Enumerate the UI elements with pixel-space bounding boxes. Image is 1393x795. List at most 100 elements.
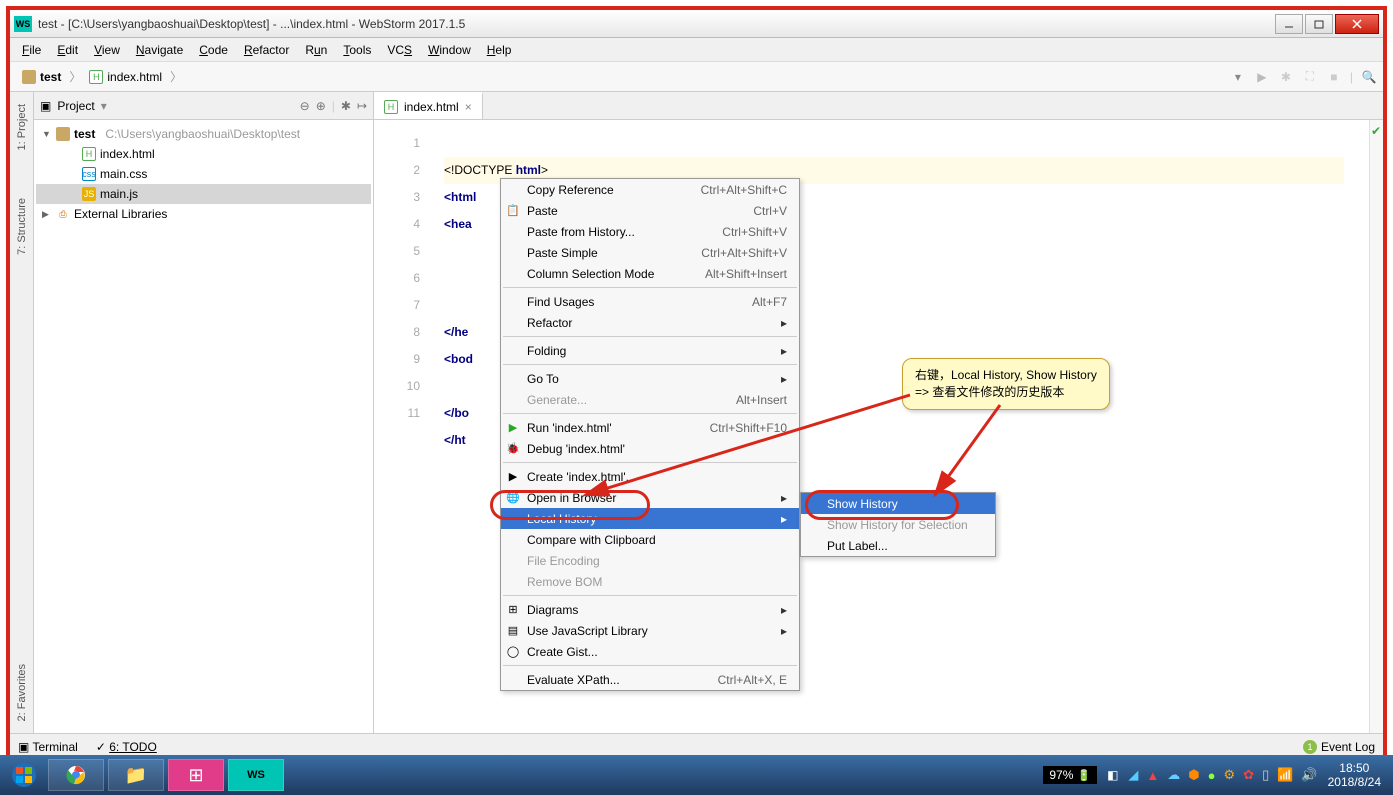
error-stripe[interactable]: ✔ xyxy=(1369,120,1383,733)
taskbar-app1[interactable]: ⊞ xyxy=(168,759,224,791)
shortcut: Alt+Shift+Insert xyxy=(675,267,787,281)
ctx-item-9[interactable]: Folding▸ xyxy=(501,340,799,361)
tray-icon[interactable]: ☁ xyxy=(1167,767,1180,783)
editor-tab-index[interactable]: H index.html × xyxy=(374,92,483,119)
run-config-dropdown-icon[interactable]: ▾ xyxy=(1230,69,1246,85)
menu-window[interactable]: Window xyxy=(422,41,477,59)
menu-navigate[interactable]: Navigate xyxy=(130,41,189,59)
maximize-button[interactable] xyxy=(1305,14,1333,34)
crumb-sep: 〉 xyxy=(69,68,81,85)
tray-icon[interactable]: ✿ xyxy=(1243,767,1254,783)
ctx-item-6[interactable]: Find UsagesAlt+F7 xyxy=(501,291,799,312)
tray-icon[interactable]: ⚙ xyxy=(1224,767,1236,783)
shortcut: Alt+F7 xyxy=(722,295,787,309)
ctx-item-3[interactable]: Paste SimpleCtrl+Alt+Shift+V xyxy=(501,242,799,263)
ctx-item-19[interactable]: Local History▸ xyxy=(501,508,799,529)
expand-icon[interactable]: ▶ xyxy=(42,209,52,220)
tray-icon[interactable]: ▯ xyxy=(1262,767,1269,783)
ctx-item-25[interactable]: ▤Use JavaScript Library▸ xyxy=(501,620,799,641)
ctx-item-1[interactable]: 📋PasteCtrl+V xyxy=(501,200,799,221)
menu-code[interactable]: Code xyxy=(193,41,234,59)
line-gutter: 123 456 789 1011 xyxy=(374,120,434,733)
todo-tab[interactable]: ✓ 6: TODO xyxy=(96,740,157,754)
submenu-arrow-icon: ▸ xyxy=(751,372,787,386)
menu-file[interactable]: File xyxy=(16,41,47,59)
tray-icon[interactable]: ● xyxy=(1208,768,1216,783)
diagram-icon: ⊞ xyxy=(505,602,521,618)
hide-icon[interactable]: ↦ xyxy=(357,99,367,113)
menu-view[interactable]: View xyxy=(88,41,126,59)
jslib-icon: ▤ xyxy=(505,623,521,639)
ctx-item-7[interactable]: Refactor▸ xyxy=(501,312,799,333)
tree-file-js[interactable]: JS main.js xyxy=(36,184,371,204)
expand-icon[interactable]: ▼ xyxy=(42,129,52,139)
menu-run[interactable]: Run xyxy=(299,41,333,59)
project-view-dropdown-icon[interactable]: ▾ xyxy=(101,99,107,113)
ctx-item-11[interactable]: Go To▸ xyxy=(501,368,799,389)
settings-icon[interactable]: ✱ xyxy=(341,99,351,113)
target-icon[interactable]: ⊕ xyxy=(316,99,326,113)
ctx-label: Evaluate XPath... xyxy=(527,673,620,687)
sub-item-2[interactable]: Put Label... xyxy=(801,535,995,556)
network-icon[interactable]: 📶 xyxy=(1277,767,1293,783)
taskbar-chrome[interactable] xyxy=(48,759,104,791)
ctx-item-14[interactable]: ▶Run 'index.html'Ctrl+Shift+F10 xyxy=(501,417,799,438)
menu-edit[interactable]: Edit xyxy=(51,41,84,59)
collapse-icon[interactable]: ⊖ xyxy=(300,99,310,113)
menu-vcs[interactable]: VCS xyxy=(381,41,418,59)
ctx-item-15[interactable]: 🐞Debug 'index.html' xyxy=(501,438,799,459)
debug-icon[interactable]: ✱ xyxy=(1278,69,1294,85)
tray-icon[interactable]: ⬢ xyxy=(1188,767,1199,783)
tool-tab-structure[interactable]: 7: Structure xyxy=(16,194,28,259)
search-icon[interactable]: 🔍 xyxy=(1361,69,1377,85)
close-button[interactable] xyxy=(1335,14,1379,34)
ctx-item-20[interactable]: Compare with Clipboard xyxy=(501,529,799,550)
tree-root[interactable]: ▼ test C:\Users\yangbaoshuai\Desktop\tes… xyxy=(36,124,371,144)
tree-file-css[interactable]: css main.css xyxy=(36,164,371,184)
tab-close-icon[interactable]: × xyxy=(465,100,472,114)
ctx-item-22: Remove BOM xyxy=(501,571,799,592)
app-frame: WS test - [C:\Users\yangbaoshuai\Desktop… xyxy=(6,6,1387,789)
ctx-item-26[interactable]: ◯Create Gist... xyxy=(501,641,799,662)
ctx-item-4[interactable]: Column Selection ModeAlt+Shift+Insert xyxy=(501,263,799,284)
tree-file-html[interactable]: H index.html xyxy=(36,144,371,164)
stop-icon[interactable]: ■ xyxy=(1326,69,1342,85)
ctx-item-0[interactable]: Copy ReferenceCtrl+Alt+Shift+C xyxy=(501,179,799,200)
terminal-tab[interactable]: ▣ Terminal xyxy=(18,740,78,754)
ctx-label: Remove BOM xyxy=(527,575,602,589)
tray-action-center-icon[interactable]: ◧ xyxy=(1107,768,1118,782)
tray-icon[interactable]: ▲ xyxy=(1146,768,1159,783)
start-button[interactable] xyxy=(4,759,44,791)
project-view-icon[interactable]: ▣ xyxy=(40,99,51,113)
taskbar-clock[interactable]: 18:50 2018/8/24 xyxy=(1328,761,1381,790)
event-count-badge: 1 xyxy=(1303,740,1317,754)
battery-indicator[interactable]: 97%🔋 xyxy=(1043,766,1097,784)
sub-item-0[interactable]: Show History xyxy=(801,493,995,514)
menu-refactor[interactable]: Refactor xyxy=(238,41,295,59)
shortcut: Ctrl+Alt+Shift+C xyxy=(671,183,787,197)
debug-icon: 🐞 xyxy=(505,441,521,457)
menu-help[interactable]: Help xyxy=(481,41,518,59)
ctx-item-18[interactable]: 🌐Open in Browser▸ xyxy=(501,487,799,508)
tree-external[interactable]: ▶ ⎙ External Libraries xyxy=(36,204,371,224)
tool-tab-project[interactable]: 1: Project xyxy=(16,100,28,154)
taskbar-webstorm[interactable]: WS xyxy=(228,759,284,791)
menu-tools[interactable]: Tools xyxy=(337,41,377,59)
crumb-file[interactable]: Hindex.html xyxy=(83,68,168,86)
run-icon[interactable]: ▶ xyxy=(1254,69,1270,85)
ctx-item-2[interactable]: Paste from History...Ctrl+Shift+V xyxy=(501,221,799,242)
tool-tab-favorites[interactable]: 2: Favorites xyxy=(16,660,28,725)
minimize-button[interactable] xyxy=(1275,14,1303,34)
event-log-tab[interactable]: 1 Event Log xyxy=(1303,740,1375,754)
crumb-root[interactable]: test xyxy=(16,68,67,86)
github-icon: ◯ xyxy=(505,644,521,660)
ctx-item-24[interactable]: ⊞Diagrams▸ xyxy=(501,599,799,620)
volume-icon[interactable]: 🔊 xyxy=(1301,767,1317,783)
taskbar-explorer[interactable]: 📁 xyxy=(108,759,164,791)
coverage-icon[interactable]: ⛶ xyxy=(1302,69,1318,85)
tray-icon[interactable]: ◢ xyxy=(1128,767,1138,783)
ctx-item-17[interactable]: ▶Create 'index.html'... xyxy=(501,466,799,487)
ctx-sep xyxy=(503,364,797,365)
ctx-item-28[interactable]: Evaluate XPath...Ctrl+Alt+X, E xyxy=(501,669,799,690)
project-title[interactable]: Project xyxy=(57,99,94,113)
